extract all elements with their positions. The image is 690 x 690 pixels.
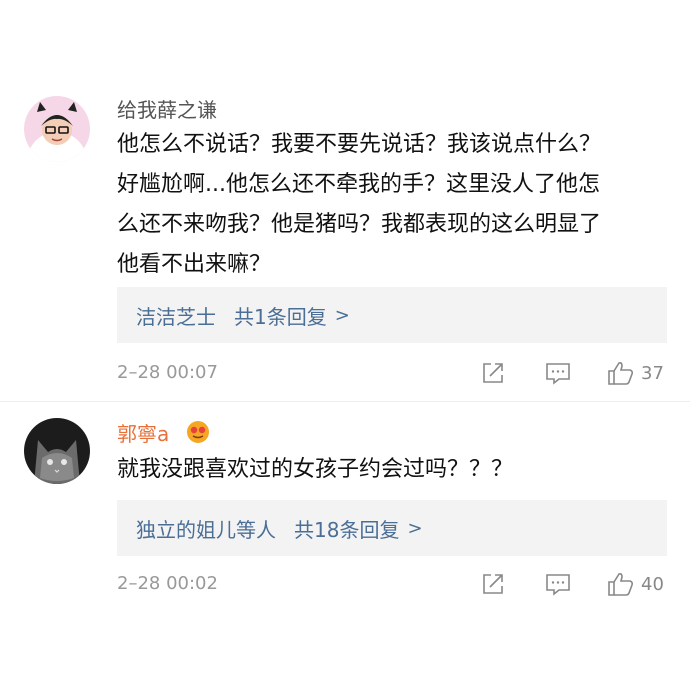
avatar-image bbox=[24, 96, 90, 162]
replies-preview[interactable]: 独立的姐儿等人 共18条回复 > bbox=[117, 500, 667, 556]
vip-badge-icon bbox=[187, 421, 209, 443]
chevron-right-icon: > bbox=[334, 304, 350, 326]
like-count: 37 bbox=[641, 362, 664, 384]
avatar-image bbox=[24, 418, 90, 484]
comment-text: 他怎么不说话？我要不要先说话？我该说点什么？ 好尴尬啊...他怎么还不牵我的手？… bbox=[117, 125, 672, 285]
comment-text-line: 他怎么不说话？我要不要先说话？我该说点什么？ bbox=[117, 132, 602, 157]
comment-button[interactable] bbox=[545, 569, 571, 599]
comment-icon bbox=[546, 363, 570, 385]
timestamp: 2–28 00:07 bbox=[117, 362, 218, 383]
vip-badge bbox=[185, 420, 211, 444]
avatar[interactable] bbox=[24, 418, 90, 484]
reply-count[interactable]: 共1条回复 bbox=[234, 301, 327, 330]
thumbs-up-icon bbox=[608, 573, 634, 596]
like-count: 40 bbox=[641, 573, 664, 595]
reply-user[interactable]: 独立的姐儿等人 bbox=[136, 514, 276, 543]
username[interactable]: 郭寧a bbox=[117, 418, 169, 447]
username[interactable]: 给我薛之谦 bbox=[117, 94, 217, 123]
share-icon bbox=[483, 574, 503, 594]
reply-count[interactable]: 共18条回复 bbox=[294, 514, 399, 543]
replies-preview[interactable]: 洁洁芝士 共1条回复 > bbox=[117, 287, 667, 343]
share-button[interactable] bbox=[481, 358, 505, 388]
comment-item: 给我薛之谦 他怎么不说话？我要不要先说话？我该说点什么？ 好尴尬啊...他怎么还… bbox=[0, 0, 690, 400]
reply-user[interactable]: 洁洁芝士 bbox=[136, 301, 216, 330]
comment-meta: 2–28 00:07 37 bbox=[117, 358, 672, 388]
like-button[interactable]: 40 bbox=[607, 569, 664, 599]
comment-text-line: 他看不出来嘛？ bbox=[117, 252, 272, 277]
avatar[interactable] bbox=[24, 96, 90, 162]
comment-text-line: 好尴尬啊...他怎么还不牵我的手？这里没人了他怎 bbox=[117, 172, 600, 197]
timestamp: 2–28 00:02 bbox=[117, 573, 218, 594]
comment-meta: 2–28 00:02 40 bbox=[117, 569, 672, 599]
comment-text-line: 就我没跟喜欢过的女孩子约会过吗？？？ bbox=[117, 457, 514, 482]
comment-button[interactable] bbox=[545, 358, 571, 388]
comment-icon bbox=[546, 574, 570, 596]
thumbs-up-icon bbox=[608, 362, 634, 385]
like-button[interactable]: 37 bbox=[607, 358, 664, 388]
comment-text-line: 么还不来吻我？他是猪吗？我都表现的这么明显了 bbox=[117, 212, 602, 237]
comment-text: 就我没跟喜欢过的女孩子约会过吗？？？ bbox=[117, 450, 672, 490]
share-icon bbox=[483, 363, 503, 383]
chevron-right-icon: > bbox=[407, 517, 423, 539]
share-button[interactable] bbox=[481, 569, 505, 599]
